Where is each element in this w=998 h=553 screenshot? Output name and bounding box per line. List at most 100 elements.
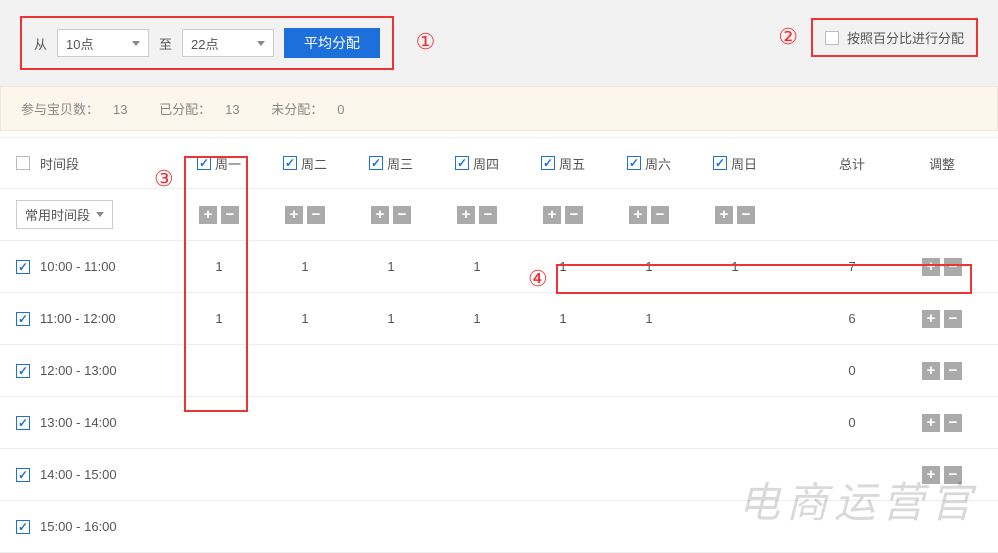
common-slots-select[interactable]: 常用时间段 <box>16 200 113 229</box>
minus-icon[interactable]: − <box>221 206 239 224</box>
day-checkbox[interactable] <box>713 156 727 170</box>
minus-icon[interactable]: − <box>393 206 411 224</box>
cell-value[interactable]: 1 <box>262 311 348 326</box>
table-row: 14:00 - 15:00 +− <box>0 449 998 501</box>
percentage-option[interactable]: 按照百分比进行分配 <box>811 18 978 57</box>
row-total: 0 <box>802 415 902 430</box>
day-header-wed[interactable]: 周三 <box>348 154 434 173</box>
row-total: 7 <box>802 259 902 274</box>
plus-icon[interactable]: + <box>715 206 733 224</box>
day-checkbox[interactable] <box>283 156 297 170</box>
to-select[interactable]: 22点 <box>182 29 274 57</box>
day-header-sat[interactable]: 周六 <box>606 154 692 173</box>
time-header-label: 时间段 <box>40 154 79 173</box>
minus-icon[interactable]: − <box>565 206 583 224</box>
day-checkbox[interactable] <box>541 156 555 170</box>
cell-value[interactable]: 1 <box>434 311 520 326</box>
from-label: 从 <box>34 34 47 53</box>
row-checkbox[interactable] <box>16 520 30 534</box>
day-header-sun[interactable]: 周日 <box>692 154 778 173</box>
plus-icon[interactable]: + <box>922 310 940 328</box>
minus-icon[interactable]: − <box>944 258 962 276</box>
cell-value[interactable]: 1 <box>606 259 692 274</box>
minus-icon[interactable]: − <box>307 206 325 224</box>
control-row: 常用时间段 +− +− +− +− +− +− +− <box>0 189 998 241</box>
minus-icon[interactable]: − <box>944 466 962 484</box>
plus-icon[interactable]: + <box>199 206 217 224</box>
row-checkbox[interactable] <box>16 312 30 326</box>
plus-icon[interactable]: + <box>457 206 475 224</box>
minus-icon[interactable]: − <box>944 362 962 380</box>
chevron-down-icon <box>96 212 104 217</box>
annotation-4: ④ <box>528 266 548 292</box>
day-pm-wed: +− <box>371 206 411 224</box>
day-checkbox[interactable] <box>627 156 641 170</box>
minus-icon[interactable]: − <box>737 206 755 224</box>
plus-icon[interactable]: + <box>922 362 940 380</box>
row-adjust: +− <box>902 362 982 380</box>
row-checkbox[interactable] <box>16 416 30 430</box>
chevron-down-icon <box>257 41 265 46</box>
cell-value[interactable]: 1 <box>434 259 520 274</box>
cell-value[interactable]: 1 <box>176 259 262 274</box>
schedule-table: 时间段 周一 周二 周三 周四 周五 周六 周日 <box>0 137 998 553</box>
day-pm-tue: +− <box>285 206 325 224</box>
to-value: 22点 <box>191 34 218 53</box>
day-pm-thu: +− <box>457 206 497 224</box>
cell-value[interactable]: 1 <box>176 311 262 326</box>
row-total: 0 <box>802 363 902 378</box>
status-unassigned: 未分配：0 <box>271 102 358 117</box>
percentage-checkbox[interactable] <box>825 31 839 45</box>
minus-icon[interactable]: − <box>479 206 497 224</box>
minus-icon[interactable]: − <box>944 414 962 432</box>
time-slot-label: 12:00 - 13:00 <box>40 363 117 378</box>
annotation-2: ② <box>778 24 798 50</box>
row-checkbox[interactable] <box>16 468 30 482</box>
minus-icon[interactable]: − <box>944 310 962 328</box>
row-checkbox[interactable] <box>16 364 30 378</box>
day-checkbox[interactable] <box>455 156 469 170</box>
cell-value[interactable]: 1 <box>520 311 606 326</box>
day-header-mon[interactable]: 周一 <box>176 154 262 173</box>
time-slot-label: 10:00 - 11:00 <box>40 259 116 274</box>
table-row: 15:00 - 16:00 <box>0 501 998 553</box>
day-checkbox[interactable] <box>369 156 383 170</box>
cell-value[interactable]: 1 <box>606 311 692 326</box>
time-slot-label: 14:00 - 15:00 <box>40 467 117 482</box>
plus-icon[interactable]: + <box>922 258 940 276</box>
row-adjust: +− <box>902 466 982 484</box>
plus-icon[interactable]: + <box>543 206 561 224</box>
adjust-header: 调整 <box>902 154 982 173</box>
day-pm-sun: +− <box>715 206 755 224</box>
day-pm-mon: +− <box>199 206 239 224</box>
time-range-group: 从 10点 至 22点 平均分配 <box>20 16 394 70</box>
table-row: 13:00 - 14:000+− <box>0 397 998 449</box>
distribute-button[interactable]: 平均分配 <box>284 28 380 58</box>
plus-icon[interactable]: + <box>629 206 647 224</box>
minus-icon[interactable]: − <box>651 206 669 224</box>
cell-value[interactable]: 1 <box>348 311 434 326</box>
to-label: 至 <box>159 34 172 53</box>
row-adjust: +− <box>902 414 982 432</box>
plus-icon[interactable]: + <box>922 466 940 484</box>
row-adjust: +− <box>902 310 982 328</box>
annotation-3: ③ <box>154 166 174 192</box>
select-all-checkbox[interactable] <box>16 156 30 170</box>
annotation-1: ① <box>416 29 436 55</box>
cell-value[interactable]: 1 <box>692 259 778 274</box>
status-bar: 参与宝贝数：13 已分配：13 未分配：0 <box>0 86 998 131</box>
toolbar: 从 10点 至 22点 平均分配 ① ② 按照百分比进行分配 <box>0 0 998 86</box>
plus-icon[interactable]: + <box>371 206 389 224</box>
cell-value[interactable]: 1 <box>348 259 434 274</box>
day-header-fri[interactable]: 周五 <box>520 154 606 173</box>
day-header-thu[interactable]: 周四 <box>434 154 520 173</box>
total-header: 总计 <box>802 154 902 173</box>
day-header-tue[interactable]: 周二 <box>262 154 348 173</box>
plus-icon[interactable]: + <box>922 414 940 432</box>
from-select[interactable]: 10点 <box>57 29 149 57</box>
row-checkbox[interactable] <box>16 260 30 274</box>
cell-value[interactable]: 1 <box>262 259 348 274</box>
day-checkbox[interactable] <box>197 156 211 170</box>
day-pm-fri: +− <box>543 206 583 224</box>
plus-icon[interactable]: + <box>285 206 303 224</box>
